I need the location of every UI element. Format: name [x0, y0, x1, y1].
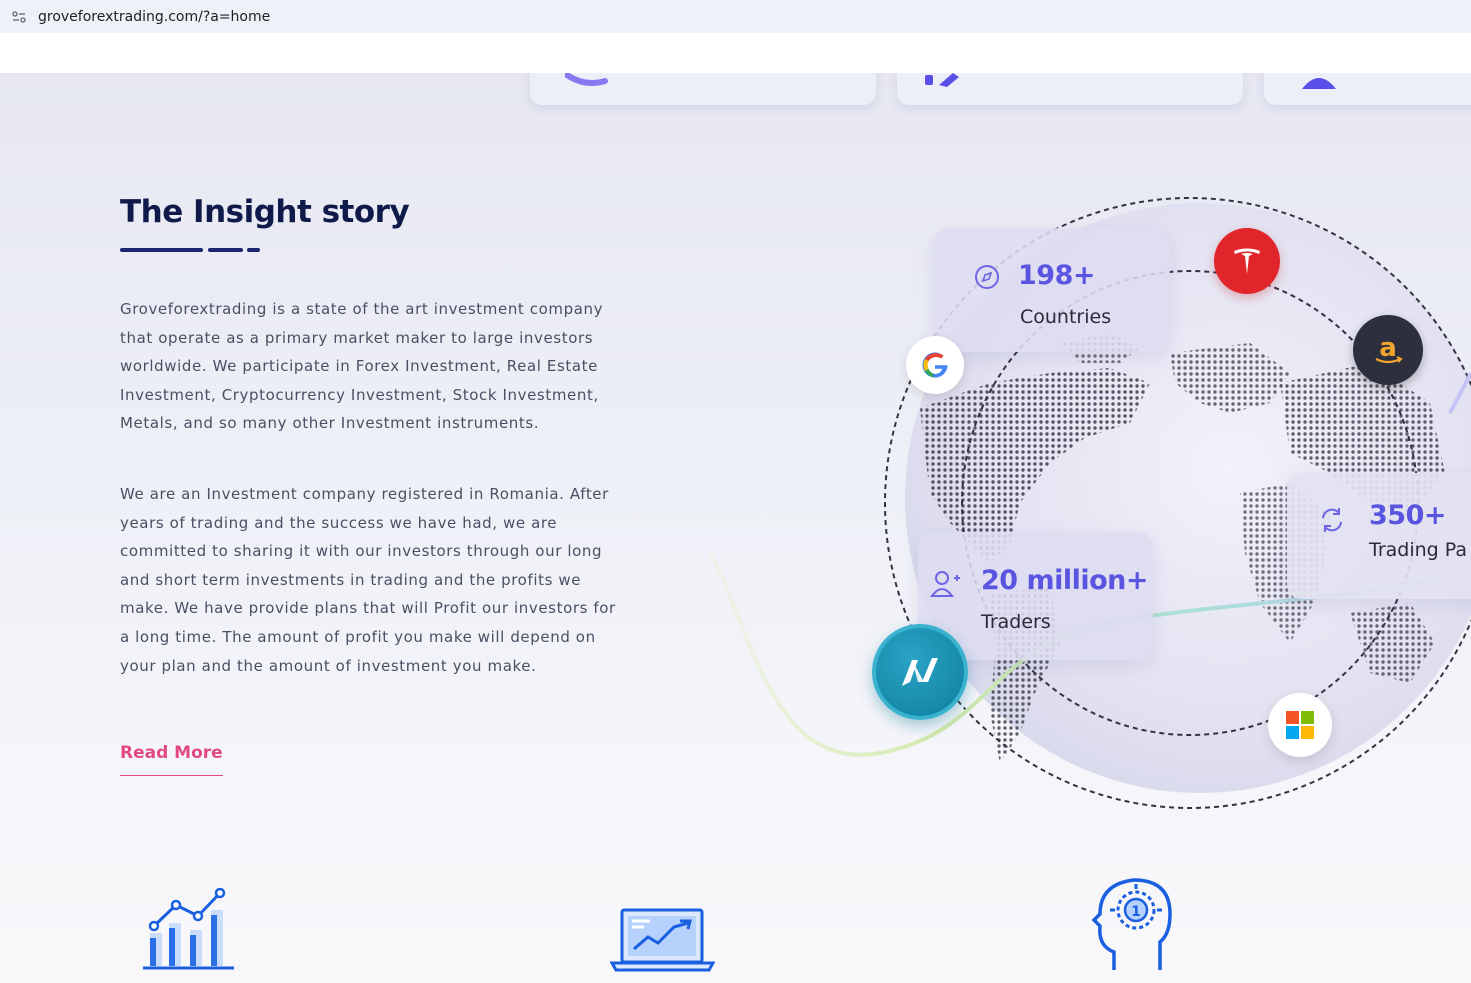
svg-text:a: a: [1379, 333, 1397, 363]
nasdaq-logo: [872, 624, 968, 720]
read-more-link[interactable]: Read More: [120, 743, 223, 776]
site-info-icon[interactable]: [11, 9, 27, 25]
svg-text:1: 1: [1131, 904, 1141, 920]
url-text[interactable]: groveforextrading.com/?a=home: [38, 9, 270, 25]
address-bar[interactable]: groveforextrading.com/?a=home: [0, 0, 1471, 33]
user-add-icon: [930, 571, 960, 597]
stat-card-trading-pairs: 350+ Trading Pa: [1287, 473, 1471, 599]
refresh-icon: [1322, 508, 1342, 532]
stat-label: Traders: [981, 611, 1051, 633]
stat-number: 198+: [1018, 260, 1095, 291]
stat-number: 350+: [1369, 500, 1446, 531]
company-paragraph: We are an Investment company registered …: [120, 485, 616, 675]
intro-paragraph: Groveforextrading is a state of the art …: [120, 300, 604, 433]
section-title: The Insight story: [120, 194, 410, 230]
stat-number: 20 million+: [981, 565, 1149, 596]
insight-section: The Insight story Groveforextrading is a…: [0, 73, 1471, 983]
feature-card: [897, 73, 1243, 105]
site-header: [0, 33, 1471, 73]
tesla-logo: [1214, 228, 1280, 294]
stat-card-countries: 198+ Countries: [934, 228, 1170, 352]
stat-label: Trading Pa: [1369, 539, 1467, 561]
stat-label: Countries: [1020, 306, 1112, 328]
user-icon: [1302, 78, 1336, 89]
microsoft-logo: [1268, 693, 1332, 757]
feature-card-icon: [925, 73, 959, 87]
compass-icon: [975, 265, 999, 289]
amazon-logo: a: [1353, 315, 1423, 385]
google-logo: [906, 336, 964, 394]
feature-card: [530, 73, 876, 105]
feature-card: [1264, 73, 1471, 105]
feature-card-icon: [565, 73, 608, 86]
bar-chart-icon: [143, 888, 234, 970]
globe-illustration: 198+ Countries 20 million+ Traders 350+: [690, 173, 1471, 813]
head-idea-icon: 1: [1091, 878, 1172, 970]
laptop-chart-icon: [610, 908, 715, 972]
